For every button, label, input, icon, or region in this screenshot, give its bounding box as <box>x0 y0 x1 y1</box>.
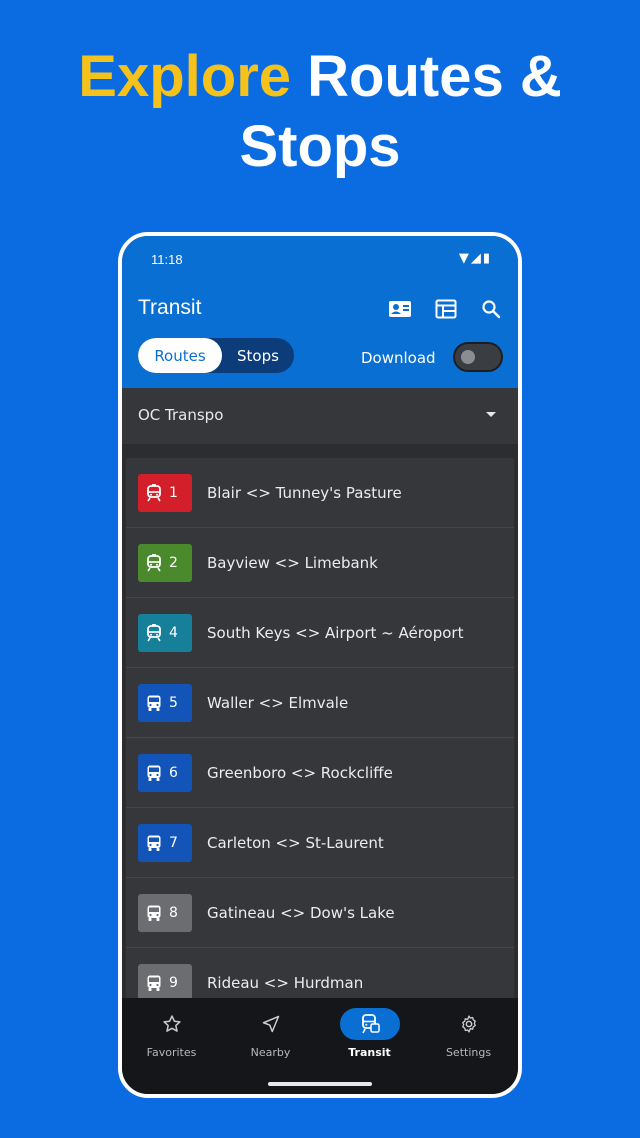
route-name: Gatineau <> Dow's Lake <box>207 904 395 922</box>
navigation-arrow-icon <box>241 1008 301 1040</box>
train-icon <box>146 554 169 572</box>
download-switch[interactable] <box>453 342 503 372</box>
page-title: Transit <box>138 296 202 319</box>
route-badge: 8 <box>138 894 192 932</box>
contact-card-icon[interactable] <box>387 298 413 320</box>
tab-stops[interactable]: Stops <box>222 338 294 373</box>
bus-icon <box>146 974 169 992</box>
route-row[interactable]: 6 Greenboro <> Rockcliffe <box>126 738 514 808</box>
nav-item-transit[interactable]: Transit <box>320 998 419 1078</box>
route-name: Carleton <> St-Laurent <box>207 834 384 852</box>
route-badge: 2 <box>138 544 192 582</box>
route-number: 4 <box>169 625 178 641</box>
bus-icon <box>146 694 169 712</box>
route-number: 2 <box>169 555 178 571</box>
route-name: Waller <> Elmvale <box>207 694 349 712</box>
switch-knob <box>461 350 475 364</box>
headline-rest: Routes & <box>291 44 562 109</box>
route-row[interactable]: 2 Bayview <> Limebank <box>126 528 514 598</box>
route-badge: 6 <box>138 754 192 792</box>
star-icon <box>142 1008 202 1040</box>
route-row[interactable]: 4 South Keys <> Airport ~ Aéroport <box>126 598 514 668</box>
promo-headline: Explore Routes & Stops <box>0 42 640 182</box>
wifi-icon: ▼ <box>458 251 471 266</box>
dropdown-caret-icon <box>486 412 496 417</box>
route-badge: 7 <box>138 824 192 862</box>
phone-frame: 11:18 ▼◢▮ Transit Routes Stops Download … <box>118 232 522 1098</box>
route-badge: 1 <box>138 474 192 512</box>
nav-item-settings[interactable]: Settings <box>419 998 518 1078</box>
route-name: Greenboro <> Rockcliffe <box>207 764 393 782</box>
signal-icon: ◢ <box>470 251 483 266</box>
section-gap <box>122 444 518 458</box>
headline-accent: Explore <box>78 44 292 109</box>
status-time: 11:18 <box>151 252 183 267</box>
route-number: 8 <box>169 905 178 921</box>
route-name: South Keys <> Airport ~ Aéroport <box>207 624 464 642</box>
route-number: 7 <box>169 835 178 851</box>
train-icon <box>146 624 169 642</box>
transit-icon <box>339 1008 400 1040</box>
route-row[interactable]: 7 Carleton <> St-Laurent <box>126 808 514 878</box>
route-name: Bayview <> Limebank <box>207 554 378 572</box>
route-number: 6 <box>169 765 178 781</box>
route-row[interactable]: 9 Rideau <> Hurdman <box>126 948 514 998</box>
search-icon[interactable] <box>478 298 504 320</box>
route-badge: 4 <box>138 614 192 652</box>
nav-label: Settings <box>445 1046 492 1059</box>
route-row[interactable]: 5 Waller <> Elmvale <box>126 668 514 738</box>
bus-icon <box>146 764 169 782</box>
train-icon <box>146 484 169 502</box>
nav-item-favorites[interactable]: Favorites <box>122 998 221 1078</box>
route-number: 5 <box>169 695 178 711</box>
headline-line-2: Stops <box>239 114 401 179</box>
tab-routes[interactable]: Routes <box>138 338 222 373</box>
home-indicator <box>268 1082 372 1086</box>
route-number: 1 <box>169 485 178 501</box>
download-label: Download <box>361 349 436 367</box>
gear-icon <box>439 1008 499 1040</box>
route-row[interactable]: 1 Blair <> Tunney's Pasture <box>126 458 514 528</box>
route-row[interactable]: 8 Gatineau <> Dow's Lake <box>126 878 514 948</box>
battery-icon: ▮ <box>482 251 492 266</box>
app-bar: 11:18 ▼◢▮ Transit Routes Stops Download <box>122 236 518 388</box>
nav-label: Favorites <box>146 1046 197 1059</box>
route-name: Rideau <> Hurdman <box>207 974 364 992</box>
headline-line-1: Explore Routes & <box>0 42 640 112</box>
agency-selector[interactable]: OC Transpo <box>122 388 518 444</box>
nav-label: Transit <box>348 1046 391 1059</box>
status-icons: ▼◢▮ <box>459 251 492 266</box>
bottom-navigation: Favorites Nearby Transit Settings <box>122 998 518 1094</box>
routes-stops-toggle: Routes Stops <box>138 338 294 373</box>
bus-icon <box>146 904 169 922</box>
schedule-icon[interactable] <box>433 298 459 320</box>
nav-item-nearby[interactable]: Nearby <box>221 998 320 1078</box>
route-badge: 5 <box>138 684 192 722</box>
bus-icon <box>146 834 169 852</box>
route-name: Blair <> Tunney's Pasture <box>207 484 402 502</box>
agency-selected-value: OC Transpo <box>138 406 224 424</box>
route-number: 9 <box>169 975 178 991</box>
nav-label: Nearby <box>250 1046 291 1059</box>
route-list: 1 Blair <> Tunney's Pasture 2 Bayview <> Li… <box>126 458 514 998</box>
route-badge: 9 <box>138 964 192 998</box>
